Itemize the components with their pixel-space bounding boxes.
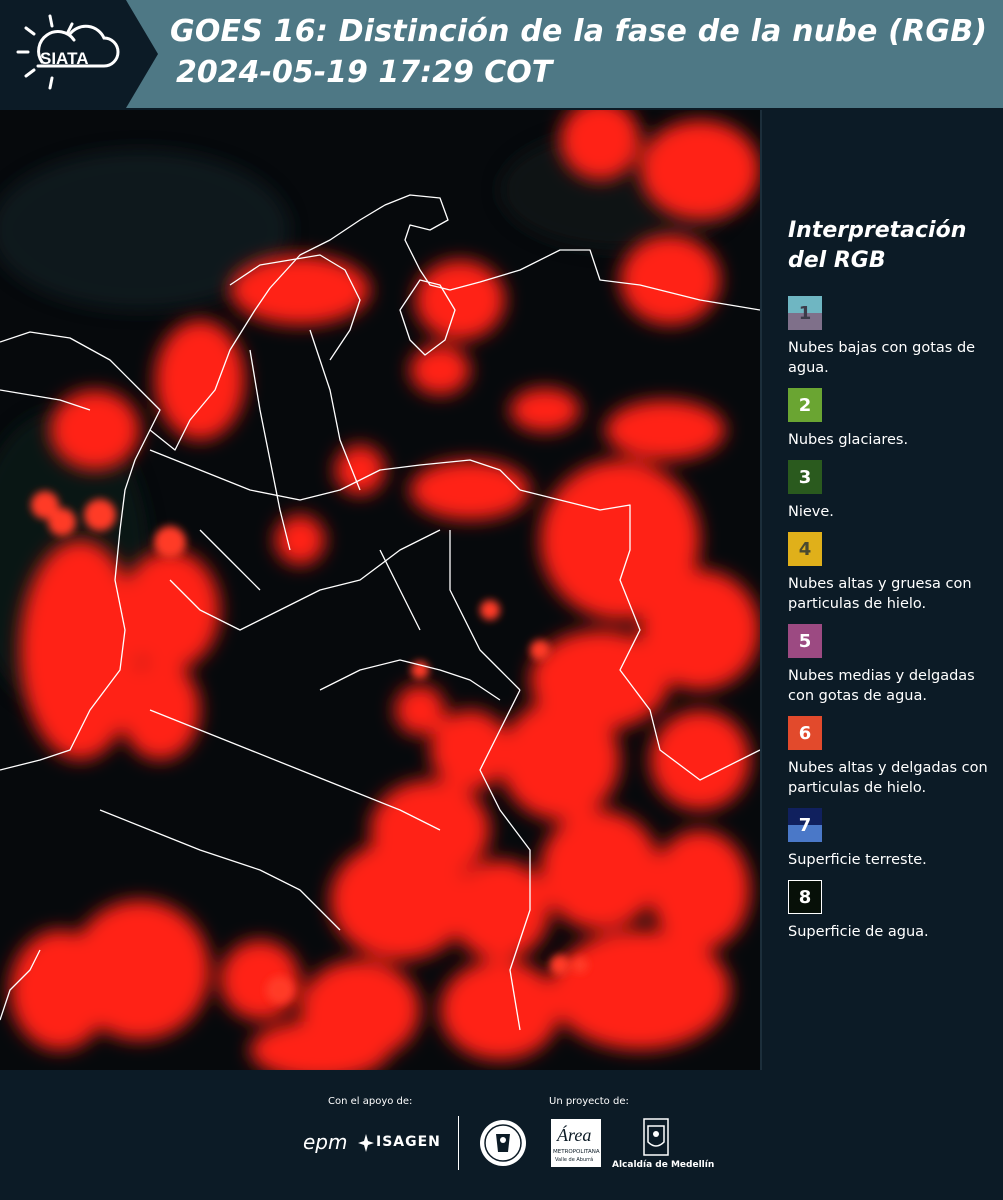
- legend-label: Nubes altas y delgadas con particulas de…: [788, 760, 988, 796]
- legend-label: Superficie terreste.: [788, 852, 927, 868]
- header-bar: SIATA GOES 16: Distinción de la fase de …: [0, 0, 1003, 108]
- legend-label: Nubes glaciares.: [788, 432, 909, 448]
- alcaldia-logo-text: Alcaldía de Medellín: [612, 1160, 715, 1170]
- legend-swatch: 3: [788, 460, 822, 494]
- legend-title-line1: Interpretación: [788, 218, 967, 243]
- legend-item: 6 Nubes altas y delgadas con particulas d…: [788, 716, 993, 798]
- legend-items: 1 Nubes bajas con gotas de agua. 2 Nubes gl…: [788, 296, 993, 942]
- legend-item: 3 Nieve.: [788, 460, 993, 522]
- legend-title: Interpretación del RGB: [788, 216, 993, 276]
- legend-label: Nieve.: [788, 504, 834, 520]
- legend-item: 5 Nubes medias y delgadas con gotas de ag…: [788, 624, 993, 706]
- satellite-map: [0, 110, 760, 1070]
- legend-item: 8 Superficie de agua.: [788, 880, 993, 942]
- legend-swatch: 4: [788, 532, 822, 566]
- legend-item: 4 Nubes altas y gruesa con particulas de …: [788, 532, 993, 614]
- legend-panel: Interpretación del RGB 1 Nubes bajas con …: [788, 216, 993, 952]
- footer: Con el apoyo de: Un proyecto de: epm ISA…: [0, 1072, 1003, 1200]
- legend-swatch: 5: [788, 624, 822, 658]
- legend-swatch: 1: [788, 296, 822, 330]
- support-label: Con el apoyo de:: [328, 1096, 413, 1107]
- legend-title-line2: del RGB: [788, 248, 886, 273]
- isagen-star-icon: [358, 1134, 374, 1156]
- area-logo-sub: METROPOLITANA: [553, 1149, 600, 1155]
- legend-swatch: 6: [788, 716, 822, 750]
- page-timestamp: 2024-05-19 17:29 COT: [176, 55, 553, 90]
- area-metropolitana-logo: Área METROPOLITANA Valle de Aburrá: [551, 1119, 601, 1167]
- legend-swatch: 8: [788, 880, 822, 914]
- legend-swatch: 7: [788, 808, 822, 842]
- siata-sun-cloud-icon: SIATA: [16, 14, 120, 90]
- area-logo-sub2: Valle de Aburrá: [555, 1157, 594, 1163]
- area-logo-text: Área: [557, 1125, 592, 1145]
- logo-text: SIATA: [40, 49, 88, 68]
- footer-separator: [458, 1116, 459, 1170]
- page-title: GOES 16: Distinción de la fase de la nub…: [170, 14, 988, 49]
- rgb-satellite-image: [0, 110, 760, 1070]
- map-divider: [760, 110, 762, 1070]
- legend-label: Nubes bajas con gotas de agua.: [788, 340, 976, 376]
- project-label: Un proyecto de:: [549, 1096, 629, 1107]
- legend-item: 7 Superficie terreste.: [788, 808, 993, 870]
- legend-label: Nubes altas y gruesa con particulas de h…: [788, 576, 972, 612]
- legend-item: 1 Nubes bajas con gotas de agua.: [788, 296, 993, 378]
- siata-logo-block: SIATA: [0, 0, 158, 108]
- legend-swatch: 2: [788, 388, 822, 422]
- legend-label: Nubes medias y delgadas con gotas de agu…: [788, 668, 975, 704]
- legend-item: 2 Nubes glaciares.: [788, 388, 993, 450]
- isagen-logo: ISAGEN: [376, 1134, 441, 1150]
- seal-icon: [478, 1118, 528, 1172]
- alcaldia-crest-icon: [643, 1118, 669, 1160]
- legend-label: Superficie de agua.: [788, 924, 929, 940]
- epm-logo: epm: [303, 1130, 348, 1154]
